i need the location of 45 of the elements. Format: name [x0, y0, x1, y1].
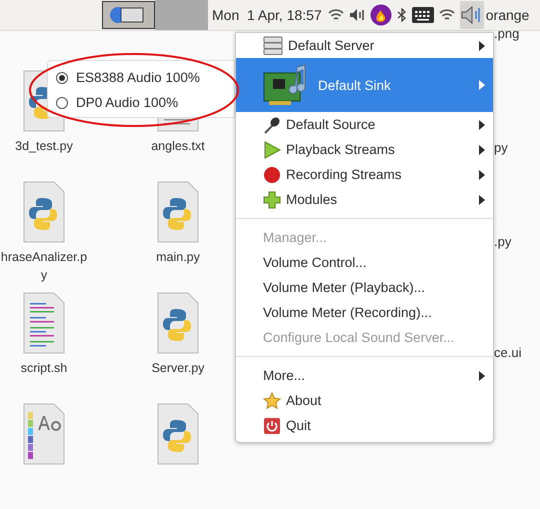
file-name[interactable]: hraseAnalizer.py — [0, 248, 88, 284]
menu-item[interactable]: Quit — [236, 413, 493, 438]
clock: Mon 1 Apr, 18:57 — [212, 7, 322, 23]
file-name[interactable]: .png — [494, 26, 540, 41]
menu-item[interactable]: More... — [236, 363, 493, 388]
file-name[interactable]: ce.ui — [494, 345, 540, 360]
menu-item[interactable]: About — [236, 388, 493, 413]
star-icon — [263, 392, 281, 410]
user-name: orange — [486, 7, 530, 23]
file-name[interactable]: main.py — [134, 248, 222, 266]
file-name[interactable]: angles.txt — [134, 137, 222, 155]
menu-item[interactable]: Default Sink — [236, 58, 493, 112]
bluetooth-icon[interactable] — [396, 8, 407, 22]
workspace-thumbnail[interactable] — [155, 0, 208, 30]
file-name[interactable]: py — [494, 140, 540, 155]
menu-item[interactable]: Volume Meter (Recording)... — [236, 300, 493, 325]
file-name[interactable]: Server.py — [134, 359, 222, 377]
keyboard-icon[interactable] — [412, 7, 434, 23]
record-icon — [263, 166, 281, 184]
menu-item[interactable]: Default Server — [236, 33, 493, 58]
file-name[interactable]: .py — [494, 234, 540, 249]
play-icon — [263, 140, 281, 158]
microphone-icon — [263, 116, 281, 134]
menu-item[interactable]: DP0 Audio 100% — [76, 95, 178, 110]
volume-icon[interactable] — [348, 8, 365, 22]
wifi-icon[interactable] — [438, 8, 455, 22]
browser-icon[interactable] — [370, 4, 392, 26]
menu-item[interactable]: Playback Streams — [236, 137, 493, 162]
window-thumbnail[interactable] — [102, 1, 155, 29]
menu-item[interactable]: Default Source — [236, 112, 493, 137]
radio-button[interactable] — [56, 96, 68, 108]
menu-item[interactable]: Volume Meter (Playback)... — [236, 275, 493, 300]
wifi-icon[interactable] — [328, 8, 344, 22]
menu-item[interactable]: Recording Streams — [236, 162, 493, 187]
speaker-icon — [460, 5, 483, 25]
radio-button[interactable] — [56, 72, 68, 84]
power-icon — [263, 416, 281, 434]
menu-item[interactable]: Modules — [236, 187, 493, 212]
plus-icon — [263, 190, 281, 208]
sound-tray-button[interactable] — [460, 1, 484, 29]
menu-item[interactable]: Volume Control... — [236, 250, 493, 275]
menu-item[interactable]: ES8388 Audio 100% — [76, 70, 200, 85]
server-icon — [263, 36, 283, 56]
file-name[interactable]: script.sh — [0, 359, 88, 377]
file-name[interactable]: 3d_test.py — [0, 137, 88, 155]
